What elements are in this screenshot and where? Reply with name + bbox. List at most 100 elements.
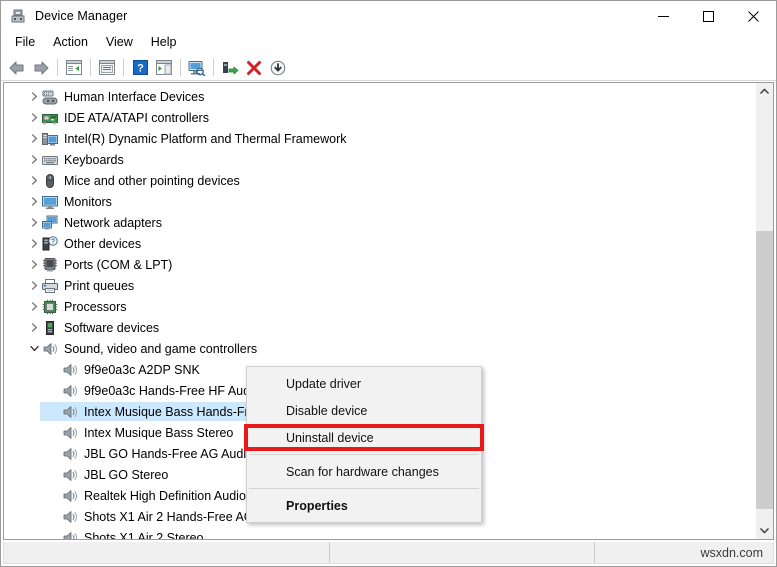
tree-row-label: Mice and other pointing devices [64, 173, 240, 188]
show-hide-console-tree-icon[interactable] [62, 57, 86, 79]
tree-row-label: Print queues [64, 278, 135, 293]
scroll-down-arrow-icon[interactable] [756, 522, 773, 539]
chevron-right-icon[interactable] [26, 107, 42, 128]
status-message [4, 542, 330, 563]
toolbar-separator [90, 59, 91, 76]
tree-row[interactable]: Print queues [4, 275, 755, 296]
forward-arrow-icon[interactable] [29, 57, 53, 79]
context-menu-item-uninstall-device[interactable]: Uninstall device [247, 424, 481, 451]
speaker-icon [62, 509, 78, 525]
context-menu[interactable]: Update driver Disable device Uninstall dev… [246, 366, 482, 523]
keyboard-icon [42, 152, 58, 168]
menu-help[interactable]: Help [142, 33, 186, 53]
tree-row-label: Ports (COM & LPT) [64, 257, 173, 272]
chevron-right-icon[interactable] [26, 317, 42, 338]
help-icon[interactable]: ? [128, 57, 152, 79]
device-manager-icon [10, 8, 26, 24]
menu-bar: File Action View Help [1, 31, 776, 55]
port-icon [42, 257, 58, 273]
title-bar: Device Manager [1, 1, 776, 31]
context-menu-separator [249, 454, 479, 455]
context-menu-item-properties[interactable]: Properties [247, 492, 481, 519]
tree-row[interactable]: Processors [4, 296, 755, 317]
back-arrow-icon[interactable] [5, 57, 29, 79]
context-menu-separator [249, 488, 479, 489]
speaker-icon [62, 530, 78, 539]
tree-row[interactable]: ? Other devices [4, 233, 755, 254]
tree-expander-placeholder [46, 464, 62, 485]
speaker-icon [62, 425, 78, 441]
svg-text:?: ? [137, 63, 144, 75]
scroll-up-arrow-icon[interactable] [756, 83, 773, 100]
disable-device-icon[interactable] [266, 57, 290, 79]
chevron-right-icon[interactable] [26, 170, 42, 191]
context-menu-item-scan-for-hardware-changes[interactable]: Scan for hardware changes [247, 458, 481, 485]
system-device-icon [42, 131, 58, 147]
tree-row[interactable]: Sound, video and game controllers [4, 338, 755, 359]
minimize-button[interactable] [641, 1, 686, 31]
chevron-right-icon[interactable] [26, 149, 42, 170]
vertical-scrollbar[interactable] [755, 83, 773, 539]
tree-row-label: Sound, video and game controllers [64, 341, 258, 356]
tree-row-label: Shots X1 Air 2 Stereo [84, 530, 204, 540]
hid-gamepad-icon [42, 89, 58, 105]
tree-expander-placeholder [46, 506, 62, 527]
tree-row-label: JBL GO Hands-Free AG Audio [84, 446, 254, 461]
chevron-right-icon[interactable] [26, 233, 42, 254]
maximize-button[interactable] [686, 1, 731, 31]
chevron-right-icon[interactable] [26, 86, 42, 107]
toolbar-separator [57, 59, 58, 76]
speaker-icon [62, 467, 78, 483]
menu-file[interactable]: File [6, 33, 44, 53]
device-manager-window: Device Manager File Action View Help ? H… [0, 0, 777, 567]
properties-icon[interactable] [95, 57, 119, 79]
scrollbar-thumb[interactable] [756, 230, 773, 510]
chevron-right-icon[interactable] [26, 128, 42, 149]
tree-row-label: Processors [64, 299, 127, 314]
chevron-down-icon[interactable] [26, 338, 42, 359]
menu-action[interactable]: Action [44, 33, 97, 53]
tree-row-label: IDE ATA/ATAPI controllers [64, 110, 209, 125]
chevron-right-icon[interactable] [26, 254, 42, 275]
tree-row[interactable]: Intel(R) Dynamic Platform and Thermal Fr… [4, 128, 755, 149]
chevron-right-icon[interactable] [26, 191, 42, 212]
tree-expander-placeholder [46, 485, 62, 506]
mouse-icon [42, 173, 58, 189]
tree-row[interactable]: Software devices [4, 317, 755, 338]
window-controls [641, 1, 776, 31]
tree-row[interactable]: Keyboards [4, 149, 755, 170]
tree-row-label: Monitors [64, 194, 112, 209]
tree-row[interactable]: Mice and other pointing devices [4, 170, 755, 191]
tree-row-label: Network adapters [64, 215, 162, 230]
close-button[interactable] [731, 1, 776, 31]
context-menu-item-disable-device[interactable]: Disable device [247, 397, 481, 424]
processor-icon [42, 299, 58, 315]
tree-row-label: 9f9e0a3c A2DP SNK [84, 362, 200, 377]
scrollbar-track[interactable] [756, 100, 773, 522]
speaker-icon [62, 446, 78, 462]
tree-row-label: Keyboards [64, 152, 124, 167]
chevron-right-icon[interactable] [26, 296, 42, 317]
tree-row[interactable]: Monitors [4, 191, 755, 212]
status-secondary [330, 542, 595, 563]
menu-view[interactable]: View [97, 33, 142, 53]
uninstall-device-icon[interactable] [242, 57, 266, 79]
tree-expander-placeholder [46, 527, 62, 539]
tree-row-label: Intex Musique Bass Stereo [84, 425, 234, 440]
scan-hardware-changes-icon[interactable] [185, 57, 209, 79]
tree-row[interactable]: Shots X1 Air 2 Stereo [4, 527, 755, 539]
update-driver-icon[interactable] [218, 57, 242, 79]
chevron-right-icon[interactable] [26, 212, 42, 233]
tree-row-label: Realtek High Definition Audio [84, 488, 246, 503]
tree-row[interactable]: IDE ATA/ATAPI controllers [4, 107, 755, 128]
toolbar-separator [123, 59, 124, 76]
context-menu-item-update-driver[interactable]: Update driver [247, 370, 481, 397]
tree-row-label: 9f9e0a3c Hands-Free HF Audio [84, 383, 260, 398]
tree-row[interactable]: Human Interface Devices [4, 86, 755, 107]
tree-row[interactable]: Ports (COM & LPT) [4, 254, 755, 275]
tree-row[interactable]: Network adapters [4, 212, 755, 233]
chevron-right-icon[interactable] [26, 275, 42, 296]
show-hide-action-pane-icon[interactable] [152, 57, 176, 79]
network-adapter-icon [42, 215, 58, 231]
tree-row-label: JBL GO Stereo [84, 467, 169, 482]
